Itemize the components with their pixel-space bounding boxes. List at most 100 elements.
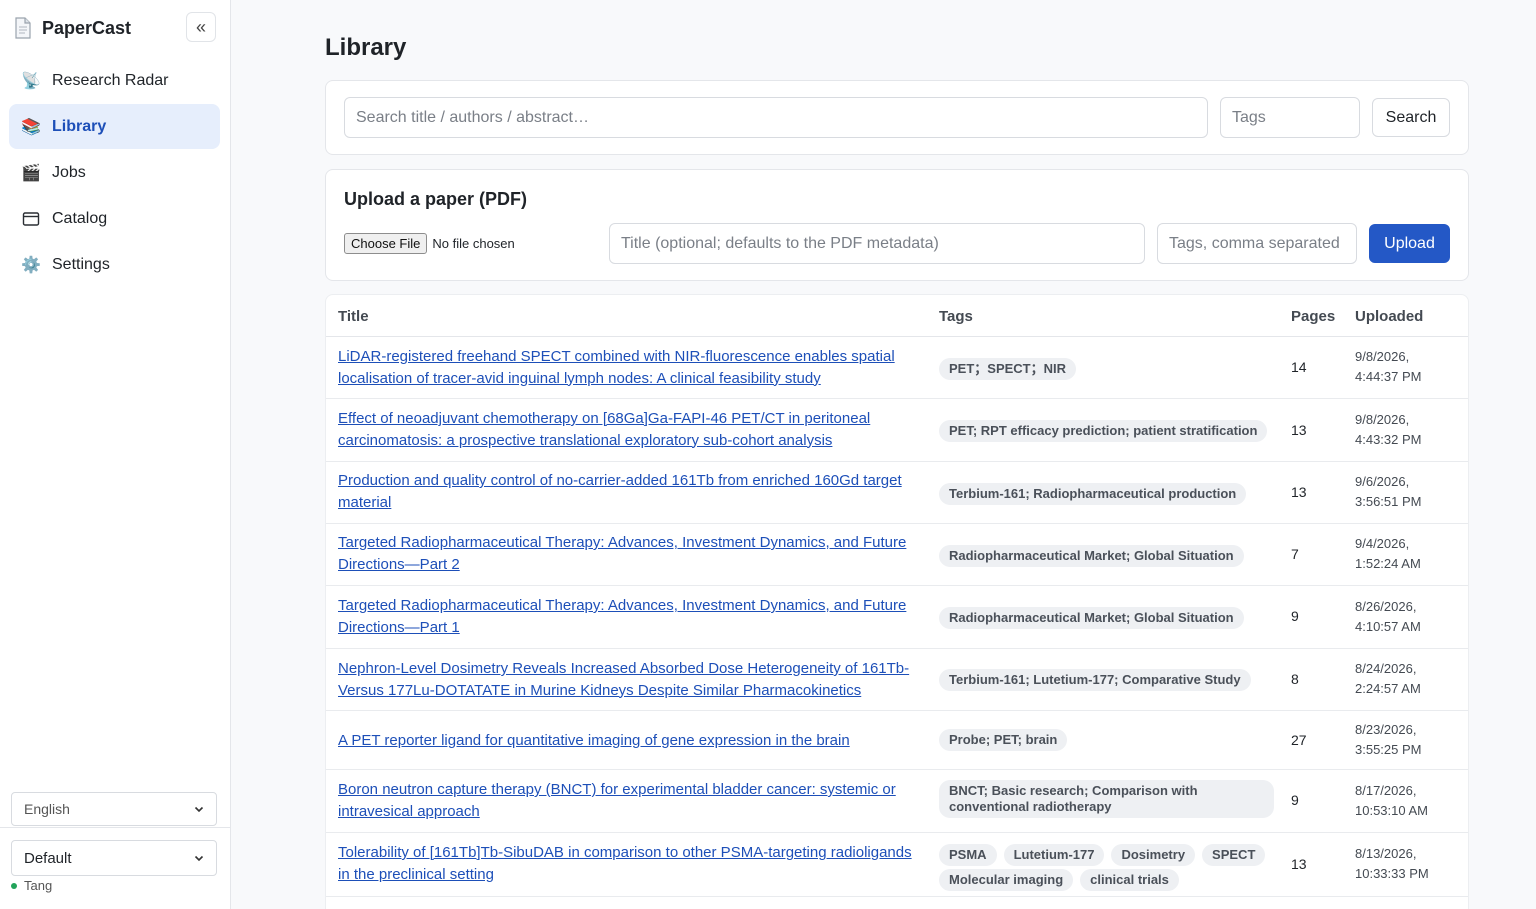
page-count: 13 xyxy=(1291,484,1307,500)
document-icon xyxy=(14,17,32,39)
sidebar-divider xyxy=(0,827,230,828)
column-header-title[interactable]: Title xyxy=(338,308,369,325)
upload-timestamp: 8/24/2026, 2:24:57 AM xyxy=(1355,659,1421,699)
collapse-sidebar-button[interactable]: « xyxy=(186,12,216,42)
page-count: 9 xyxy=(1291,792,1299,808)
table-row: Production and quality control of no-car… xyxy=(326,462,1468,524)
choose-file-button[interactable]: Choose File xyxy=(344,233,428,254)
sidebar-item-library[interactable]: 📚 Library xyxy=(9,104,220,149)
upload-button[interactable]: Upload xyxy=(1369,224,1450,263)
paper-title-link[interactable]: Effect of neoadjuvant chemotherapy on [6… xyxy=(338,408,916,451)
file-status: No file chosen xyxy=(432,236,515,251)
search-input[interactable]: Search title / authors / abstract… xyxy=(344,97,1208,138)
search-button[interactable]: Search xyxy=(1372,98,1450,137)
user-status: Tang xyxy=(11,878,52,893)
tag-list: Probe; PET; brain xyxy=(939,729,1274,751)
tag-list: BNCT; Basic research; Comparison with co… xyxy=(939,780,1274,818)
upload-date: 8/26/2026, xyxy=(1355,599,1417,614)
tag-badge[interactable]: PSMA xyxy=(939,844,997,866)
table-row: Tolerability of [161Tb]Tb-SibuDAB in com… xyxy=(326,833,1468,897)
upload-date: 8/17/2026, xyxy=(1355,783,1417,798)
tag-badge[interactable]: Radiopharmaceutical Market; Global Situa… xyxy=(939,607,1244,629)
page-count: 8 xyxy=(1291,671,1299,687)
upload-date: 9/8/2026, xyxy=(1355,412,1410,427)
file-picker: Choose File No file chosen xyxy=(344,233,515,254)
tag-badge[interactable]: PET；SPECT；NIR xyxy=(939,358,1077,380)
tag-badge[interactable]: PET; RPT efficacy prediction; patient st… xyxy=(939,420,1268,442)
sidebar-item-settings[interactable]: ⚙️ Settings xyxy=(9,242,220,287)
app-name: PaperCast xyxy=(42,17,132,38)
page-count: 13 xyxy=(1291,856,1307,872)
upload-date: 9/8/2026, xyxy=(1355,349,1410,364)
tag-badge[interactable]: Radiopharmaceutical Market; Global Situa… xyxy=(939,545,1244,567)
column-header-uploaded[interactable]: Uploaded xyxy=(1355,308,1423,325)
tag-badge[interactable]: SPECT xyxy=(1202,844,1266,866)
upload-tags-input[interactable]: Tags, comma separated xyxy=(1157,223,1357,264)
table-row: Targeted Radiopharmaceutical Therapy: Ad… xyxy=(326,586,1468,649)
paper-title-link[interactable]: Targeted Radiopharmaceutical Therapy: Ad… xyxy=(338,595,916,638)
theme-select[interactable]: Default xyxy=(11,840,217,876)
page-count: 27 xyxy=(1291,732,1307,748)
upload-time: 4:10:57 AM xyxy=(1355,619,1421,634)
paper-title-link[interactable]: A PET reporter ligand for quantitative i… xyxy=(338,730,916,752)
paper-title-link[interactable]: Nephron-Level Dosimetry Reveals Increase… xyxy=(338,658,916,701)
paper-title-link[interactable]: Tolerability of [161Tb]Tb-SibuDAB in com… xyxy=(338,842,916,885)
tag-badge[interactable]: Terbium-161; Lutetium-177; Comparative S… xyxy=(939,669,1251,691)
paper-title-link[interactable]: Targeted Radiopharmaceutical Therapy: Ad… xyxy=(338,532,916,575)
double-chevron-left-icon: « xyxy=(195,17,206,37)
table-row: Nephron-Level Dosimetry Reveals Increase… xyxy=(326,649,1468,711)
upload-timestamp: 9/8/2026, 4:43:32 PM xyxy=(1355,410,1422,450)
upload-title: Upload a paper (PDF) xyxy=(344,189,528,209)
tag-badge[interactable]: Dosimetry xyxy=(1111,844,1196,866)
clapper-board-icon: 🎬 xyxy=(21,164,41,182)
sidebar-item-label: Jobs xyxy=(52,163,86,181)
table-row: Targeted Radiopharmaceutical Therapy: Ad… xyxy=(326,524,1468,586)
user-name: Tang xyxy=(24,878,53,893)
column-header-tags[interactable]: Tags xyxy=(939,308,973,325)
table-row: LiDAR-registered freehand SPECT combined… xyxy=(326,337,1468,399)
chevron-down-icon xyxy=(194,855,204,862)
column-header-pages[interactable]: Pages xyxy=(1291,308,1335,325)
brand[interactable]: PaperCast xyxy=(14,14,131,42)
tag-badge[interactable]: Molecular imaging xyxy=(939,869,1074,891)
tag-list: Terbium-161; Lutetium-177; Comparative S… xyxy=(939,669,1274,691)
tag-list: PET; RPT efficacy prediction; patient st… xyxy=(939,420,1274,442)
tag-list: Terbium-161; Radiopharmaceutical product… xyxy=(939,483,1274,505)
search-panel: Search title / authors / abstract… Tags … xyxy=(325,80,1469,155)
language-select[interactable]: English xyxy=(11,792,217,826)
upload-time: 2:24:57 AM xyxy=(1355,681,1421,696)
tag-list: Radiopharmaceutical Market; Global Situa… xyxy=(939,545,1274,567)
upload-timestamp: 9/6/2026, 3:56:51 PM xyxy=(1355,472,1422,512)
paper-title-link[interactable]: Production and quality control of no-car… xyxy=(338,470,916,513)
upload-date: 9/6/2026, xyxy=(1355,474,1410,489)
sidebar-item-label: Research Radar xyxy=(52,71,169,89)
tag-badge[interactable]: Terbium-161; Radiopharmaceutical product… xyxy=(939,483,1247,505)
tag-badge[interactable]: clinical trials xyxy=(1080,869,1179,891)
sidebar-item-label: Library xyxy=(52,117,107,135)
gear-icon: ⚙️ xyxy=(21,256,41,274)
window-icon xyxy=(21,209,41,229)
paper-title-link[interactable]: LiDAR-registered freehand SPECT combined… xyxy=(338,346,916,389)
tags-filter-input[interactable]: Tags xyxy=(1220,97,1360,138)
page-title: Library xyxy=(325,34,407,61)
sidebar: PaperCast « 📡 Research Radar 📚 Library 🎬… xyxy=(0,0,231,909)
books-icon: 📚 xyxy=(21,118,41,136)
upload-panel: Upload a paper (PDF) Choose File No file… xyxy=(325,169,1469,281)
upload-title-input[interactable]: Title (optional; defaults to the PDF met… xyxy=(609,223,1145,264)
tag-badge[interactable]: Probe; PET; brain xyxy=(939,729,1068,751)
upload-timestamp: 8/13/2026, 10:33:33 PM xyxy=(1355,844,1429,884)
upload-time: 1:52:24 AM xyxy=(1355,556,1421,571)
upload-timestamp: 8/23/2026, 3:55:25 PM xyxy=(1355,720,1422,760)
chevron-down-icon xyxy=(194,806,204,813)
satellite-antenna-icon: 📡 xyxy=(21,72,41,90)
tag-badge[interactable]: Lutetium-177 xyxy=(1003,844,1105,866)
paper-title-link[interactable]: Boron neutron capture therapy (BNCT) for… xyxy=(338,779,916,822)
page-count: 13 xyxy=(1291,422,1307,438)
tag-list: PSMA Lutetium-177 Dosimetry SPECT Molecular … xyxy=(939,844,1274,891)
sidebar-item-jobs[interactable]: 🎬 Jobs xyxy=(9,150,220,195)
sidebar-item-research-radar[interactable]: 📡 Research Radar xyxy=(9,58,220,103)
upload-time: 10:53:10 AM xyxy=(1355,803,1428,818)
tag-badge[interactable]: BNCT; Basic research; Comparison with co… xyxy=(939,780,1274,818)
sidebar-item-catalog[interactable]: Catalog xyxy=(9,196,220,241)
table-header: Title Tags Pages Uploaded xyxy=(326,295,1468,337)
